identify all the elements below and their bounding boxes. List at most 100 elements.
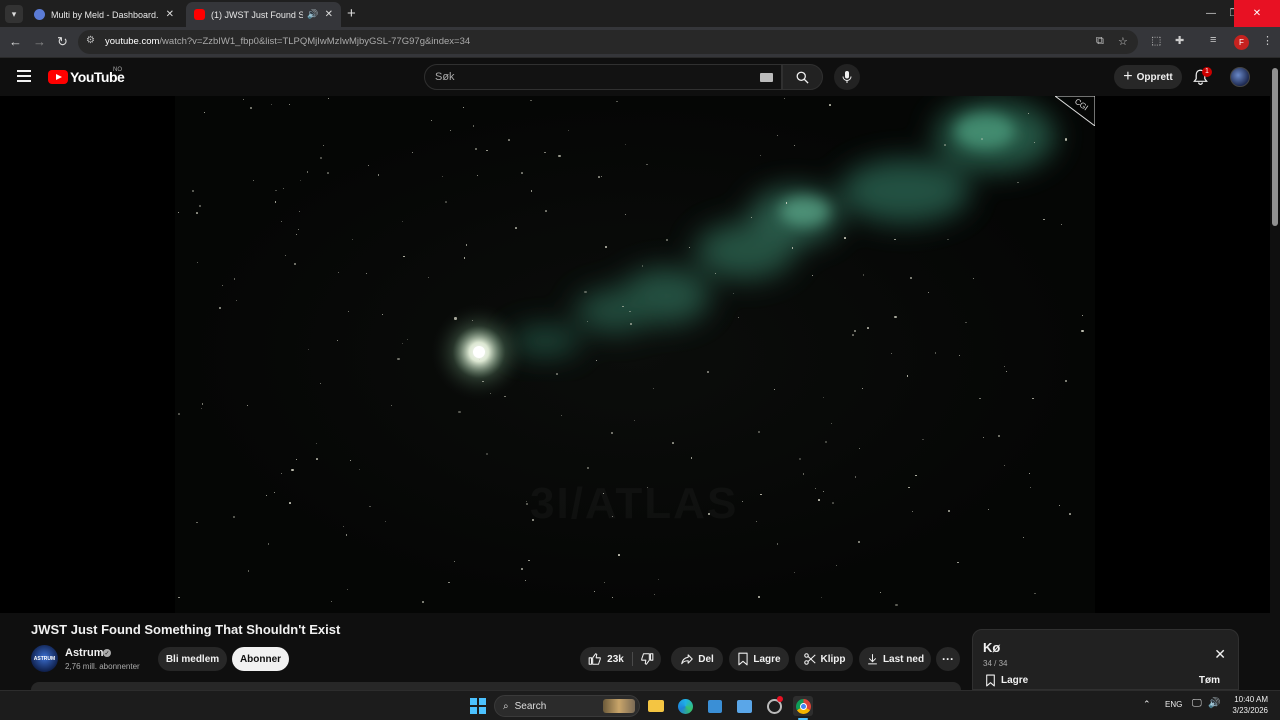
store-icon[interactable] [705,696,725,716]
speaker-icon[interactable]: 🔊 [307,9,318,20]
star [922,438,924,441]
subscribe-button[interactable]: Abonner [232,647,289,671]
star [672,442,674,444]
chrome-icon[interactable] [793,696,813,716]
star [316,458,318,460]
search-button[interactable] [782,64,823,90]
menu-icon[interactable] [17,70,31,82]
star [776,543,779,545]
queue-clear-button[interactable]: Tøm [1199,675,1220,686]
download-label: Last ned [882,653,925,665]
star [421,600,424,603]
reading-list-icon[interactable]: ≡ [1210,34,1216,46]
bookmark-star-icon[interactable]: ☆ [1118,35,1128,48]
back-arrow-icon[interactable]: ← [9,34,22,49]
star [366,272,368,274]
profile-avatar[interactable]: F [1234,35,1249,50]
star [249,106,253,109]
browser-tab-strip: ▾ Multi by Meld - Dashboard. ✕ (1) JWST … [0,0,1280,27]
star [327,97,329,99]
browser-tab-meld[interactable]: Multi by Meld - Dashboard. ✕ [26,2,182,27]
taskbar-search[interactable]: ⌕ Search [494,695,640,717]
plus-icon: + [347,5,356,22]
reload-icon[interactable]: ↻ [57,34,68,50]
star [289,502,291,504]
volume-icon[interactable]: 🔊 [1208,698,1220,709]
edge-icon[interactable] [675,696,695,716]
clock-date[interactable]: 3/23/2026 [1222,706,1268,715]
close-queue-icon[interactable]: ✕ [1214,646,1226,663]
close-window-button[interactable]: ✕ [1234,0,1280,27]
browser-tab-youtube[interactable]: (1) JWST Just Found Something That Shoul… [186,2,341,27]
star [641,265,644,267]
description-box[interactable] [31,682,961,690]
channel-name[interactable]: Astrum [65,647,104,659]
star [196,212,198,214]
star [348,310,350,312]
scrollbar-thumb[interactable] [1272,68,1278,226]
chevron-up-icon[interactable]: ⌃ [1143,699,1151,710]
video-frame[interactable]: 3I/ATLAS CGI [175,96,1095,613]
star [295,458,297,460]
star [844,237,846,239]
microphone-icon [842,71,852,83]
forward-arrow-icon[interactable]: → [33,34,46,49]
snipping-tool-icon[interactable] [734,696,754,716]
search-input[interactable] [425,65,781,89]
share-button[interactable]: Del [671,647,723,671]
more-actions-button[interactable]: ··· [936,647,960,671]
star [646,163,648,166]
dislike-button[interactable] [633,647,661,671]
star [783,97,785,99]
star [629,310,631,313]
url-text[interactable]: youtube.com/watch?v=ZzbIW1_fbp0&list=TLP… [105,36,470,47]
star [191,189,194,192]
star [867,327,869,329]
star [442,175,444,177]
star [319,156,322,159]
puzzle-icon[interactable]: ✚ [1175,34,1184,47]
channel-avatar[interactable]: ASTRUM [31,645,58,672]
download-button[interactable]: Last ned [859,647,931,671]
star [603,581,605,583]
page-scrollbar[interactable] [1270,58,1280,690]
cgi-label: CGI [1073,97,1090,113]
share-label: Del [698,653,714,665]
keyboard-icon[interactable] [760,73,773,82]
account-avatar[interactable] [1230,67,1250,87]
site-info-icon[interactable]: ⚙ [86,35,95,46]
new-tab-button[interactable]: + [347,5,356,22]
create-button[interactable]: + Opprett [1114,65,1182,89]
clip-button[interactable]: Klipp [795,647,853,671]
network-icon[interactable]: 🖵 [1192,698,1202,709]
app-notification-icon[interactable] [764,696,784,716]
star [852,334,854,336]
star [265,494,267,496]
star [530,99,532,102]
star [345,534,348,536]
close-tab-icon[interactable]: ✕ [325,9,333,20]
clock-time[interactable]: 10:40 AM [1226,695,1268,704]
language-indicator[interactable]: ENG [1165,700,1182,709]
star [802,473,805,475]
tab-search-button[interactable]: ▾ [5,5,23,23]
queue-count: 34 / 34 [983,659,1008,668]
close-tab-icon[interactable]: ✕ [166,9,174,20]
join-button[interactable]: Bli medlem [158,647,227,671]
star [319,382,321,384]
more-vert-icon[interactable]: ⋮ [1262,34,1273,47]
address-bar[interactable]: ⚙ youtube.com/watch?v=ZzbIW1_fbp0&list=T… [78,30,1138,54]
region-code: NO [113,67,122,73]
file-explorer-icon[interactable] [646,696,666,716]
windows-start-icon[interactable] [470,698,486,714]
like-button[interactable]: 23k [580,647,632,671]
install-app-icon[interactable]: ⧉ [1096,35,1104,48]
save-button[interactable]: Lagre [729,647,789,671]
star [981,138,983,140]
voice-search-button[interactable] [834,64,860,90]
video-player[interactable]: 3I/ATLAS CGI [0,96,1270,613]
close-icon: ✕ [1252,8,1262,19]
star [835,564,837,566]
extension-icon[interactable]: ⬚ [1151,34,1161,47]
queue-save-button[interactable]: Lagre [985,674,1028,687]
